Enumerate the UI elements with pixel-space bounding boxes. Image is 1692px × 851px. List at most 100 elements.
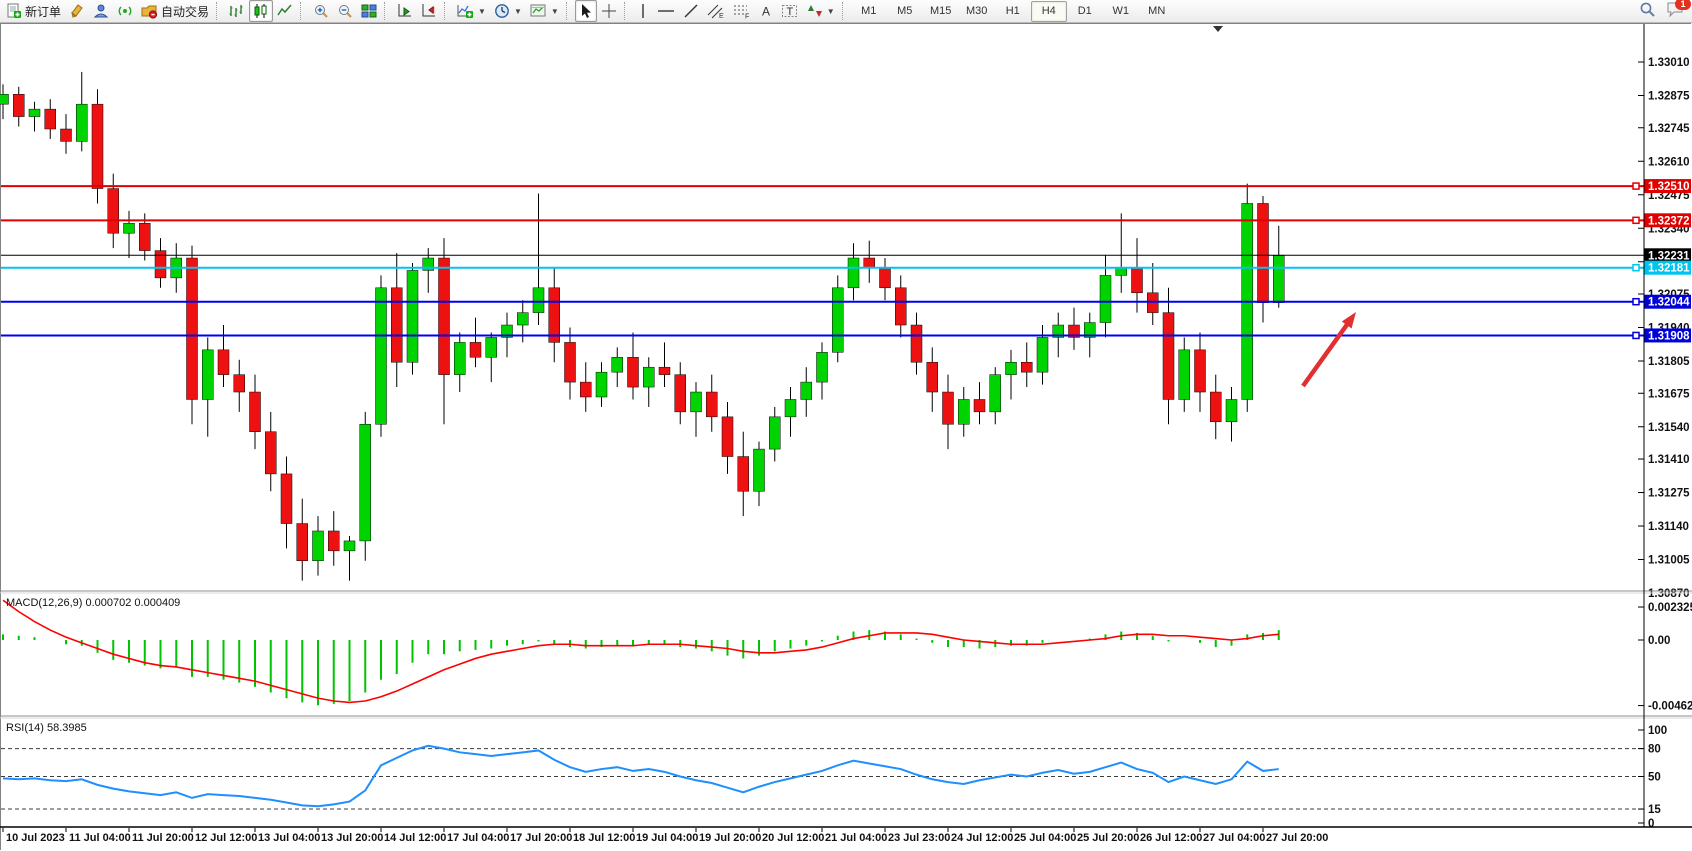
timeframe-mn-button[interactable]: MN [1139, 1, 1175, 22]
time-label: 23 Jul 23:00 [888, 832, 950, 844]
indicators-button[interactable]: ▼ [453, 0, 490, 22]
timeframe-m1-button[interactable]: M1 [851, 1, 887, 22]
templates-button[interactable]: ▼ [526, 0, 563, 22]
arrows-button[interactable]: ▼ [803, 0, 839, 22]
price-tick-label: 1.32610 [1648, 156, 1690, 168]
candle-down [155, 251, 166, 278]
time-label: 17 Jul 20:00 [510, 832, 572, 844]
time-label: 27 Jul 04:00 [1203, 832, 1265, 844]
trendline-button[interactable] [679, 0, 703, 22]
candle-down [659, 367, 670, 374]
bar-chart-button[interactable] [225, 0, 249, 22]
new-order-button[interactable]: 新订单 [2, 0, 65, 22]
candle-up [596, 372, 607, 397]
chart-shift-icon [421, 3, 437, 19]
zoom-in-button[interactable] [309, 0, 333, 22]
channel-icon: E [707, 3, 725, 19]
horizontal-line-icon [657, 3, 675, 19]
price-tick-label: 1.31275 [1648, 488, 1690, 500]
price-badge-label: 1.32044 [1648, 297, 1690, 309]
zoom-out-icon [337, 3, 353, 19]
candlestick-chart-button[interactable] [249, 0, 273, 22]
timeframe-w1-button[interactable]: W1 [1103, 1, 1139, 22]
candle-up [848, 258, 859, 288]
bar-chart-icon [229, 3, 245, 19]
fibonacci-button[interactable]: F [729, 0, 755, 22]
candle-down [706, 392, 717, 417]
signal-button[interactable] [113, 0, 137, 22]
toolbar-separator [216, 2, 221, 20]
candle-up [344, 541, 355, 551]
timeframe-m30-button[interactable]: M30 [959, 1, 995, 22]
timeframe-m15-button[interactable]: M15 [923, 1, 959, 22]
timeframe-m5-button[interactable]: M5 [887, 1, 923, 22]
horizontal-line-button[interactable] [653, 0, 679, 22]
auto-scroll-button[interactable] [393, 0, 417, 22]
candle-up [785, 399, 796, 416]
chart-canvas[interactable]: 1.330101.328751.327451.326101.324751.323… [0, 0, 1692, 851]
profile-button[interactable] [89, 0, 113, 22]
zoom-out-button[interactable] [333, 0, 357, 22]
candle-down [738, 457, 749, 492]
styler-button[interactable] [65, 0, 89, 22]
candle-up [486, 337, 497, 357]
candle-down [391, 288, 402, 362]
templates-icon [530, 3, 547, 19]
macd-tick-label: -0.004624 [1648, 701, 1692, 713]
profile-icon [93, 3, 109, 19]
candle-down [911, 325, 922, 362]
clock-icon [494, 3, 510, 19]
line-handle[interactable] [1633, 299, 1639, 305]
candle-up [958, 399, 969, 424]
time-label: 20 Jul 12:00 [762, 832, 824, 844]
price-tick-label: 1.31540 [1648, 422, 1690, 434]
cursor-button[interactable] [575, 0, 597, 22]
vertical-line-button[interactable] [633, 0, 653, 22]
candle-down [943, 392, 954, 424]
candle-up [533, 288, 544, 313]
candle-down [1021, 362, 1032, 372]
text-label-button[interactable]: T [777, 0, 803, 22]
candle-down [139, 223, 150, 250]
channel-button[interactable]: E [703, 0, 729, 22]
line-chart-button[interactable] [273, 0, 297, 22]
candle-down [927, 362, 938, 392]
candle-down [297, 524, 308, 561]
candle-up [1006, 362, 1017, 374]
text-button[interactable]: A [755, 0, 777, 22]
vertical-line-icon [637, 3, 649, 19]
candle-down [218, 350, 229, 375]
toolbar-separator [300, 2, 305, 20]
timeframe-h1-button[interactable]: H1 [995, 1, 1031, 22]
line-handle[interactable] [1633, 217, 1639, 223]
timeframe-d1-button[interactable]: D1 [1067, 1, 1103, 22]
tile-windows-button[interactable] [357, 0, 381, 22]
candle-up [990, 375, 1001, 412]
autotrade-button[interactable]: 自动交易 [137, 0, 213, 22]
price-badge-label: 1.32231 [1648, 250, 1690, 262]
crosshair-icon [601, 3, 617, 19]
rsi-tick-label: 50 [1648, 772, 1661, 784]
line-handle[interactable] [1633, 183, 1639, 189]
periods-button[interactable]: ▼ [490, 0, 526, 22]
search-icon[interactable] [1639, 1, 1656, 23]
timeframe-h4-button[interactable]: H4 [1031, 1, 1067, 22]
candle-down [281, 474, 292, 524]
time-label: 19 Jul 20:00 [699, 832, 761, 844]
price-tick-label: 1.33010 [1648, 57, 1690, 69]
trendline-icon [683, 3, 699, 19]
candle-down [974, 399, 985, 411]
line-handle[interactable] [1633, 332, 1639, 338]
chat-icon[interactable]: 1 [1666, 1, 1684, 22]
macd-label: MACD(12,26,9) 0.000702 0.000409 [6, 597, 180, 609]
crosshair-button[interactable] [597, 0, 621, 22]
candle-up [376, 288, 387, 424]
indicators-icon [457, 3, 474, 19]
candle-up [1179, 350, 1190, 400]
channel-glyph: E [719, 13, 724, 19]
line-handle[interactable] [1633, 265, 1639, 271]
fibonacci-icon: F [733, 3, 751, 19]
time-label: 14 Jul 12:00 [384, 832, 446, 844]
macd-tick-label: 0.00 [1648, 635, 1670, 647]
chart-shift-button[interactable] [417, 0, 441, 22]
